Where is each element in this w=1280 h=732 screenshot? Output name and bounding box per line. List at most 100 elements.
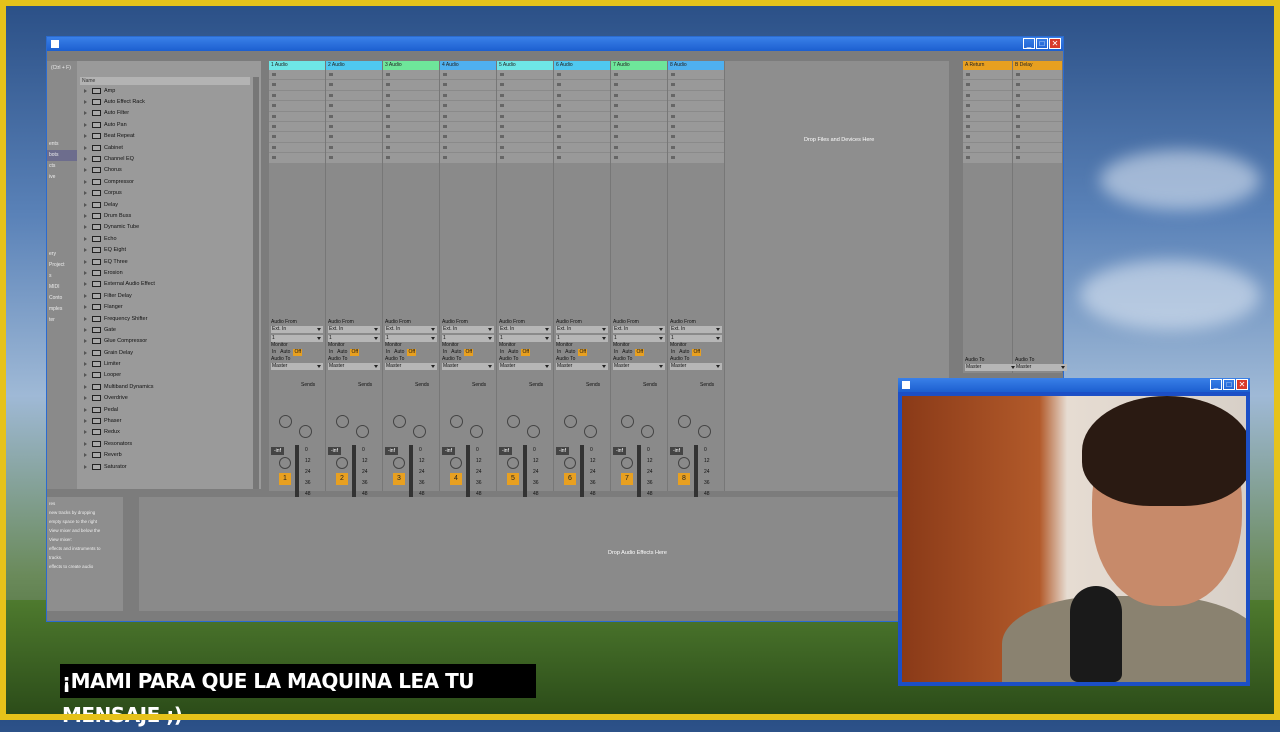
places-item[interactable]: s: [47, 271, 77, 282]
expand-triangle-icon[interactable]: [84, 134, 87, 139]
clip-slot[interactable]: [383, 90, 439, 102]
return-output-select[interactable]: Master: [1015, 364, 1067, 371]
input-channel-select[interactable]: 1: [328, 335, 380, 342]
send-b-knob[interactable]: [527, 425, 540, 438]
expand-triangle-icon[interactable]: [84, 202, 87, 207]
monitor-off-button[interactable]: Off: [578, 349, 588, 356]
clip-slot[interactable]: [497, 70, 553, 81]
clip-slot[interactable]: [383, 132, 439, 143]
expand-triangle-icon[interactable]: [84, 270, 87, 275]
return-clip-slot[interactable]: [963, 132, 1012, 143]
expand-triangle-icon[interactable]: [84, 191, 87, 196]
browser-item[interactable]: Saturator: [80, 461, 250, 472]
clip-slot[interactable]: [326, 101, 382, 112]
input-channel-select[interactable]: 1: [271, 335, 323, 342]
clip-slot[interactable]: [383, 121, 439, 133]
return-clip-slot[interactable]: [963, 142, 1012, 154]
places-item[interactable]: ive: [47, 172, 77, 183]
clip-slot[interactable]: [269, 90, 325, 102]
expand-triangle-icon[interactable]: [84, 145, 87, 150]
monitor-off-button[interactable]: Off: [692, 349, 702, 356]
places-item[interactable]: cts: [47, 161, 77, 172]
monitor-auto-button[interactable]: Auto: [507, 349, 519, 356]
monitor-in-button[interactable]: In: [670, 349, 676, 356]
browser-item[interactable]: Gate: [80, 324, 250, 335]
track-activator-button[interactable]: 4: [450, 473, 462, 485]
clip-slot[interactable]: [668, 132, 724, 143]
track-header[interactable]: 5 Audio: [497, 61, 553, 70]
webcam-minimize-button[interactable]: _: [1210, 379, 1222, 390]
return-clip-slot[interactable]: [963, 70, 1012, 81]
browser-item[interactable]: Frequency Shifter: [80, 313, 250, 324]
input-type-select[interactable]: Ext. In: [556, 326, 608, 333]
monitor-in-button[interactable]: In: [613, 349, 619, 356]
monitor-off-button[interactable]: Off: [293, 349, 303, 356]
browser-item[interactable]: Beat Repeat: [80, 131, 250, 142]
browser-item[interactable]: Auto Effect Rack: [80, 96, 250, 107]
clip-slot[interactable]: [497, 121, 553, 133]
send-a-knob[interactable]: [564, 415, 577, 428]
clip-slot[interactable]: [269, 132, 325, 143]
maximize-button[interactable]: □: [1036, 38, 1048, 49]
browser-scrollbar[interactable]: [253, 77, 259, 489]
clip-slot[interactable]: [440, 132, 496, 143]
track-activator-button[interactable]: 7: [621, 473, 633, 485]
clip-slot[interactable]: [326, 70, 382, 81]
browser-item[interactable]: Delay: [80, 199, 250, 210]
clip-slot[interactable]: [497, 153, 553, 164]
input-type-select[interactable]: Ext. In: [271, 326, 323, 333]
input-type-select[interactable]: Ext. In: [328, 326, 380, 333]
clip-slot[interactable]: [668, 90, 724, 102]
pan-knob[interactable]: [450, 457, 462, 469]
pan-knob[interactable]: [507, 457, 519, 469]
return-clip-slot[interactable]: [1013, 80, 1062, 91]
input-type-select[interactable]: Ext. In: [442, 326, 494, 333]
track-activator-button[interactable]: 3: [393, 473, 405, 485]
clip-slot[interactable]: [269, 142, 325, 154]
output-select[interactable]: Master: [385, 363, 437, 370]
clip-slot[interactable]: [383, 142, 439, 154]
clip-slot[interactable]: [668, 153, 724, 164]
browser-item[interactable]: Reverb: [80, 450, 250, 461]
places-item[interactable]: bots: [47, 150, 77, 161]
places-item[interactable]: mples: [47, 304, 77, 315]
volume-readout[interactable]: -inf: [271, 447, 284, 455]
clip-slot[interactable]: [269, 153, 325, 164]
monitor-auto-button[interactable]: Auto: [279, 349, 291, 356]
input-type-select[interactable]: Ext. In: [613, 326, 665, 333]
browser-item[interactable]: EQ Three: [80, 256, 250, 267]
send-a-knob[interactable]: [507, 415, 520, 428]
send-b-knob[interactable]: [299, 425, 312, 438]
expand-triangle-icon[interactable]: [84, 179, 87, 184]
browser-item[interactable]: Looper: [80, 370, 250, 381]
return-clip-slot[interactable]: [1013, 111, 1062, 122]
output-select[interactable]: Master: [442, 363, 494, 370]
clip-slot[interactable]: [554, 101, 610, 112]
expand-triangle-icon[interactable]: [84, 419, 87, 424]
expand-triangle-icon[interactable]: [84, 327, 87, 332]
input-type-select[interactable]: Ext. In: [385, 326, 437, 333]
clip-slot[interactable]: [440, 90, 496, 102]
output-select[interactable]: Master: [328, 363, 380, 370]
pan-knob[interactable]: [678, 457, 690, 469]
expand-triangle-icon[interactable]: [84, 88, 87, 93]
return-clip-slot[interactable]: [963, 101, 1012, 112]
browser-item[interactable]: Flanger: [80, 301, 250, 312]
clip-slot[interactable]: [611, 80, 667, 91]
places-item[interactable]: Conto: [47, 293, 77, 304]
clip-slot[interactable]: [326, 132, 382, 143]
browser-item[interactable]: Compressor: [80, 176, 250, 187]
volume-readout[interactable]: -inf: [442, 447, 455, 455]
output-select[interactable]: Master: [556, 363, 608, 370]
track-header[interactable]: 1 Audio: [269, 61, 325, 70]
input-channel-select[interactable]: 1: [499, 335, 551, 342]
clip-slot[interactable]: [611, 132, 667, 143]
expand-triangle-icon[interactable]: [84, 111, 87, 116]
pan-knob[interactable]: [393, 457, 405, 469]
browser-item[interactable]: Auto Filter: [80, 108, 250, 119]
return-clip-slot[interactable]: [1013, 70, 1062, 81]
browser-item[interactable]: Drum Buss: [80, 210, 250, 221]
volume-readout[interactable]: -inf: [385, 447, 398, 455]
return-clip-slot[interactable]: [1013, 132, 1062, 143]
monitor-in-button[interactable]: In: [556, 349, 562, 356]
